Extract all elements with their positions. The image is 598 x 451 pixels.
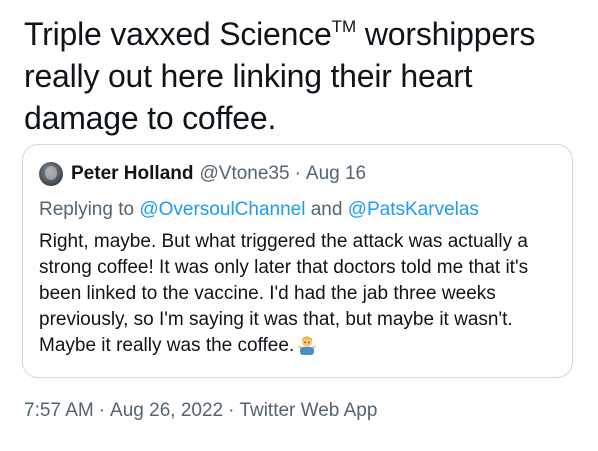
tweet-text: Triple vaxxed ScienceTM worshippers reall… <box>24 6 584 139</box>
replying-prefix: Replying to <box>39 199 140 220</box>
tweet-time[interactable]: 7:57 AM <box>24 400 94 421</box>
meta-separator: · <box>228 400 235 421</box>
tweet-source[interactable]: Twitter Web App <box>239 400 377 421</box>
man-shrugging-emoji-icon <box>298 336 317 355</box>
tweet-text-part1: Triple vaxxed Science <box>24 16 332 52</box>
meta-separator: · <box>98 400 106 421</box>
quoted-display-name[interactable]: Peter Holland <box>71 163 193 185</box>
tweet-metadata: 7:57 AM · Aug 26, 2022 · Twitter Web App <box>24 400 377 422</box>
replying-to: Replying to @OversoulChannel and @PatsKa… <box>39 199 479 221</box>
mention-oversoulchannel[interactable]: @OversoulChannel <box>139 199 305 220</box>
quoted-handle[interactable]: @Vtone35 <box>199 163 289 185</box>
avatar[interactable] <box>39 162 63 186</box>
quoted-tweet-header: Peter Holland @Vtone35 · Aug 16 <box>39 161 366 187</box>
mention-patskarvelas[interactable]: @PatsKarvelas <box>348 199 479 220</box>
tweet-text-part2: worshippers <box>356 16 536 52</box>
quoted-body-text: Right, maybe. But what triggered the att… <box>39 231 529 356</box>
tweet-date[interactable]: Aug 26, 2022 <box>110 400 223 421</box>
quoted-tweet-body: Right, maybe. But what triggered the att… <box>39 229 564 359</box>
trademark-symbol: TM <box>331 17 357 36</box>
header-separator: · <box>294 163 301 184</box>
quoted-date[interactable]: Aug 16 <box>306 163 366 185</box>
replying-conjunction: and <box>305 199 348 220</box>
quoted-tweet-card[interactable]: Peter Holland @Vtone35 · Aug 16 Replying… <box>22 144 573 378</box>
tweet: Triple vaxxed ScienceTM worshippers reall… <box>0 0 598 451</box>
tweet-text-rest: really out here linking their heart dama… <box>24 58 473 136</box>
